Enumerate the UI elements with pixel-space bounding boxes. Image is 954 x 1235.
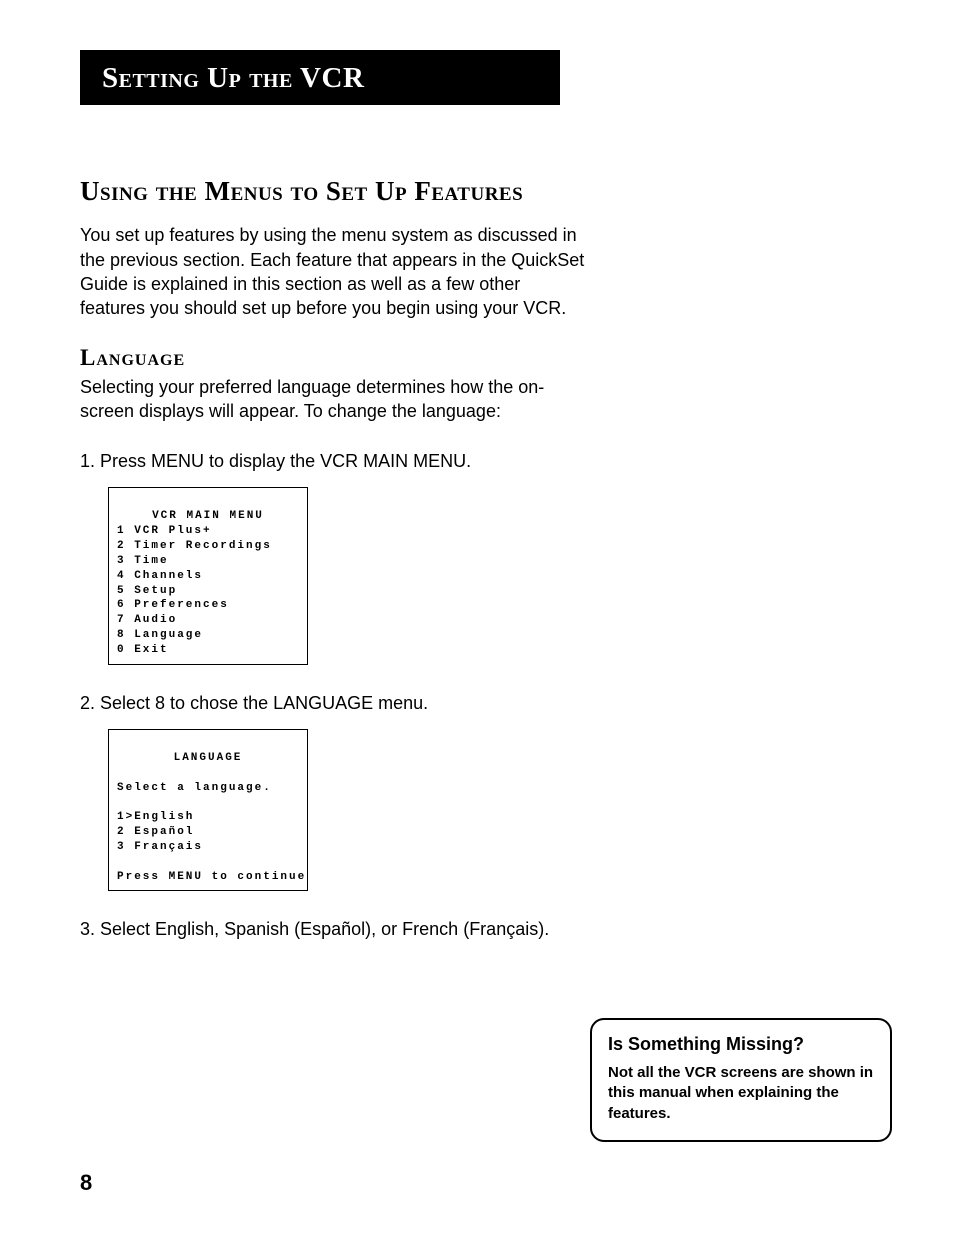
menu-item: 5 Setup	[117, 584, 299, 599]
subsection-paragraph: Selecting your preferred language determ…	[80, 375, 590, 424]
screen-blank	[117, 855, 299, 870]
section-heading: Using the Menus to Set Up Features	[80, 175, 590, 207]
callout-box: Is Something Missing? Not all the VCR sc…	[590, 1018, 892, 1142]
step-2: 2. Select 8 to chose the LANGUAGE menu.	[80, 691, 590, 715]
callout-title: Is Something Missing?	[608, 1034, 874, 1055]
menu-item: 2 Timer Recordings	[117, 539, 299, 554]
screen-prompt: Select a language.	[117, 781, 299, 796]
callout-body: Not all the VCR screens are shown in thi…	[608, 1063, 874, 1124]
chapter-header-bar: Setting Up the VCR	[80, 50, 560, 105]
step-3: 3. Select English, Spanish (Español), or…	[80, 917, 590, 941]
page-number: 8	[80, 1170, 92, 1196]
lang-option: 1>English	[117, 810, 299, 825]
screen-footer: Press MENU to continue	[117, 870, 299, 885]
screen-blank	[117, 795, 299, 810]
screen-main-menu: VCR MAIN MENU1 VCR Plus+2 Timer Recordin…	[108, 487, 308, 664]
intro-paragraph: You set up features by using the menu sy…	[80, 223, 590, 320]
lang-option: 3 Français	[117, 840, 299, 855]
menu-item: 6 Preferences	[117, 598, 299, 613]
screen-language-menu: LANGUAGE Select a language. 1>English2 E…	[108, 729, 308, 891]
menu-item: 1 VCR Plus+	[117, 524, 299, 539]
menu-item: 7 Audio	[117, 613, 299, 628]
chapter-title: Setting Up the VCR	[102, 62, 538, 95]
screen-blank	[117, 766, 299, 781]
step-1: 1. Press MENU to display the VCR MAIN ME…	[80, 449, 590, 473]
lang-option: 2 Español	[117, 825, 299, 840]
menu-item: 3 Time	[117, 554, 299, 569]
menu-item: 4 Channels	[117, 569, 299, 584]
menu-item: 0 Exit	[117, 643, 299, 658]
screen-title: VCR MAIN MENU	[117, 509, 299, 524]
menu-item: 8 Language	[117, 628, 299, 643]
screen-title: LANGUAGE	[117, 751, 299, 766]
subsection-heading-language: Language	[80, 345, 590, 371]
